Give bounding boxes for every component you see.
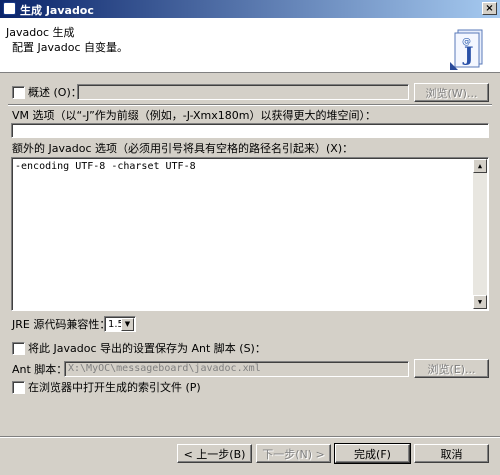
- wizard-header: Javadoc 生成 配置 Javadoc 自变量。 @ J: [0, 18, 500, 73]
- ant-script-browse-button[interactable]: 浏览(E)...: [414, 359, 489, 378]
- finish-button[interactable]: 完成(F): [334, 443, 411, 464]
- open-browser-label: 在浏览器中打开生成的索引文件 (P): [28, 381, 201, 394]
- separator: [8, 104, 492, 106]
- vertical-scrollbar[interactable]: ▲ ▼: [473, 159, 487, 309]
- app-icon: [3, 2, 16, 15]
- wizard-title: Javadoc 生成: [6, 26, 75, 39]
- open-browser-checkbox[interactable]: [12, 381, 25, 394]
- cancel-button[interactable]: 取消: [414, 444, 489, 463]
- vm-options-label: VM 选项（以“-J”作为前缀（例如，-J-Xmx180m）以获得更大的堆空间）…: [12, 109, 376, 122]
- chevron-down-icon[interactable]: ▼: [121, 318, 134, 331]
- save-ant-label: 将此 Javadoc 导出的设置保存为 Ant 脚本 (S)：: [28, 342, 266, 355]
- wizard-description: 配置 Javadoc 自变量。: [12, 41, 128, 54]
- ant-script-label: Ant 脚本：: [12, 363, 68, 376]
- extra-options-text: -encoding UTF-8 -charset UTF-8: [15, 161, 196, 172]
- overview-browse-button[interactable]: 浏览(W)...: [414, 83, 489, 102]
- save-ant-checkbox[interactable]: [12, 342, 25, 355]
- vm-options-input[interactable]: [11, 123, 489, 138]
- jre-compat-label: JRE 源代码兼容性：: [12, 318, 111, 331]
- overview-checkbox[interactable]: [12, 86, 25, 99]
- back-button[interactable]: < 上一步(B): [177, 444, 252, 463]
- bottom-separator: [0, 436, 500, 438]
- overview-label: 概述 (O)：: [28, 86, 82, 99]
- overview-field[interactable]: [77, 84, 409, 100]
- extra-options-label: 额外的 Javadoc 选项（必须用引号将具有空格的路径名引起来）(X)：: [12, 142, 354, 155]
- extra-options-textarea[interactable]: -encoding UTF-8 -charset UTF-8 ▲ ▼: [11, 157, 489, 311]
- title-bar: 生成 Javadoc ×: [0, 0, 500, 18]
- scroll-down-icon[interactable]: ▼: [473, 295, 487, 309]
- jre-compat-select[interactable]: 1.5 ▼: [104, 316, 136, 332]
- next-button[interactable]: 下一步(N) >: [256, 444, 331, 463]
- close-icon[interactable]: ×: [482, 2, 497, 15]
- ant-script-field[interactable]: X:\MyOC\messageboard\javadoc.xml: [64, 361, 409, 377]
- scroll-up-icon[interactable]: ▲: [473, 159, 487, 173]
- svg-text:J: J: [462, 42, 473, 66]
- window-title: 生成 Javadoc: [20, 4, 94, 17]
- javadoc-icon: @ J: [450, 29, 483, 70]
